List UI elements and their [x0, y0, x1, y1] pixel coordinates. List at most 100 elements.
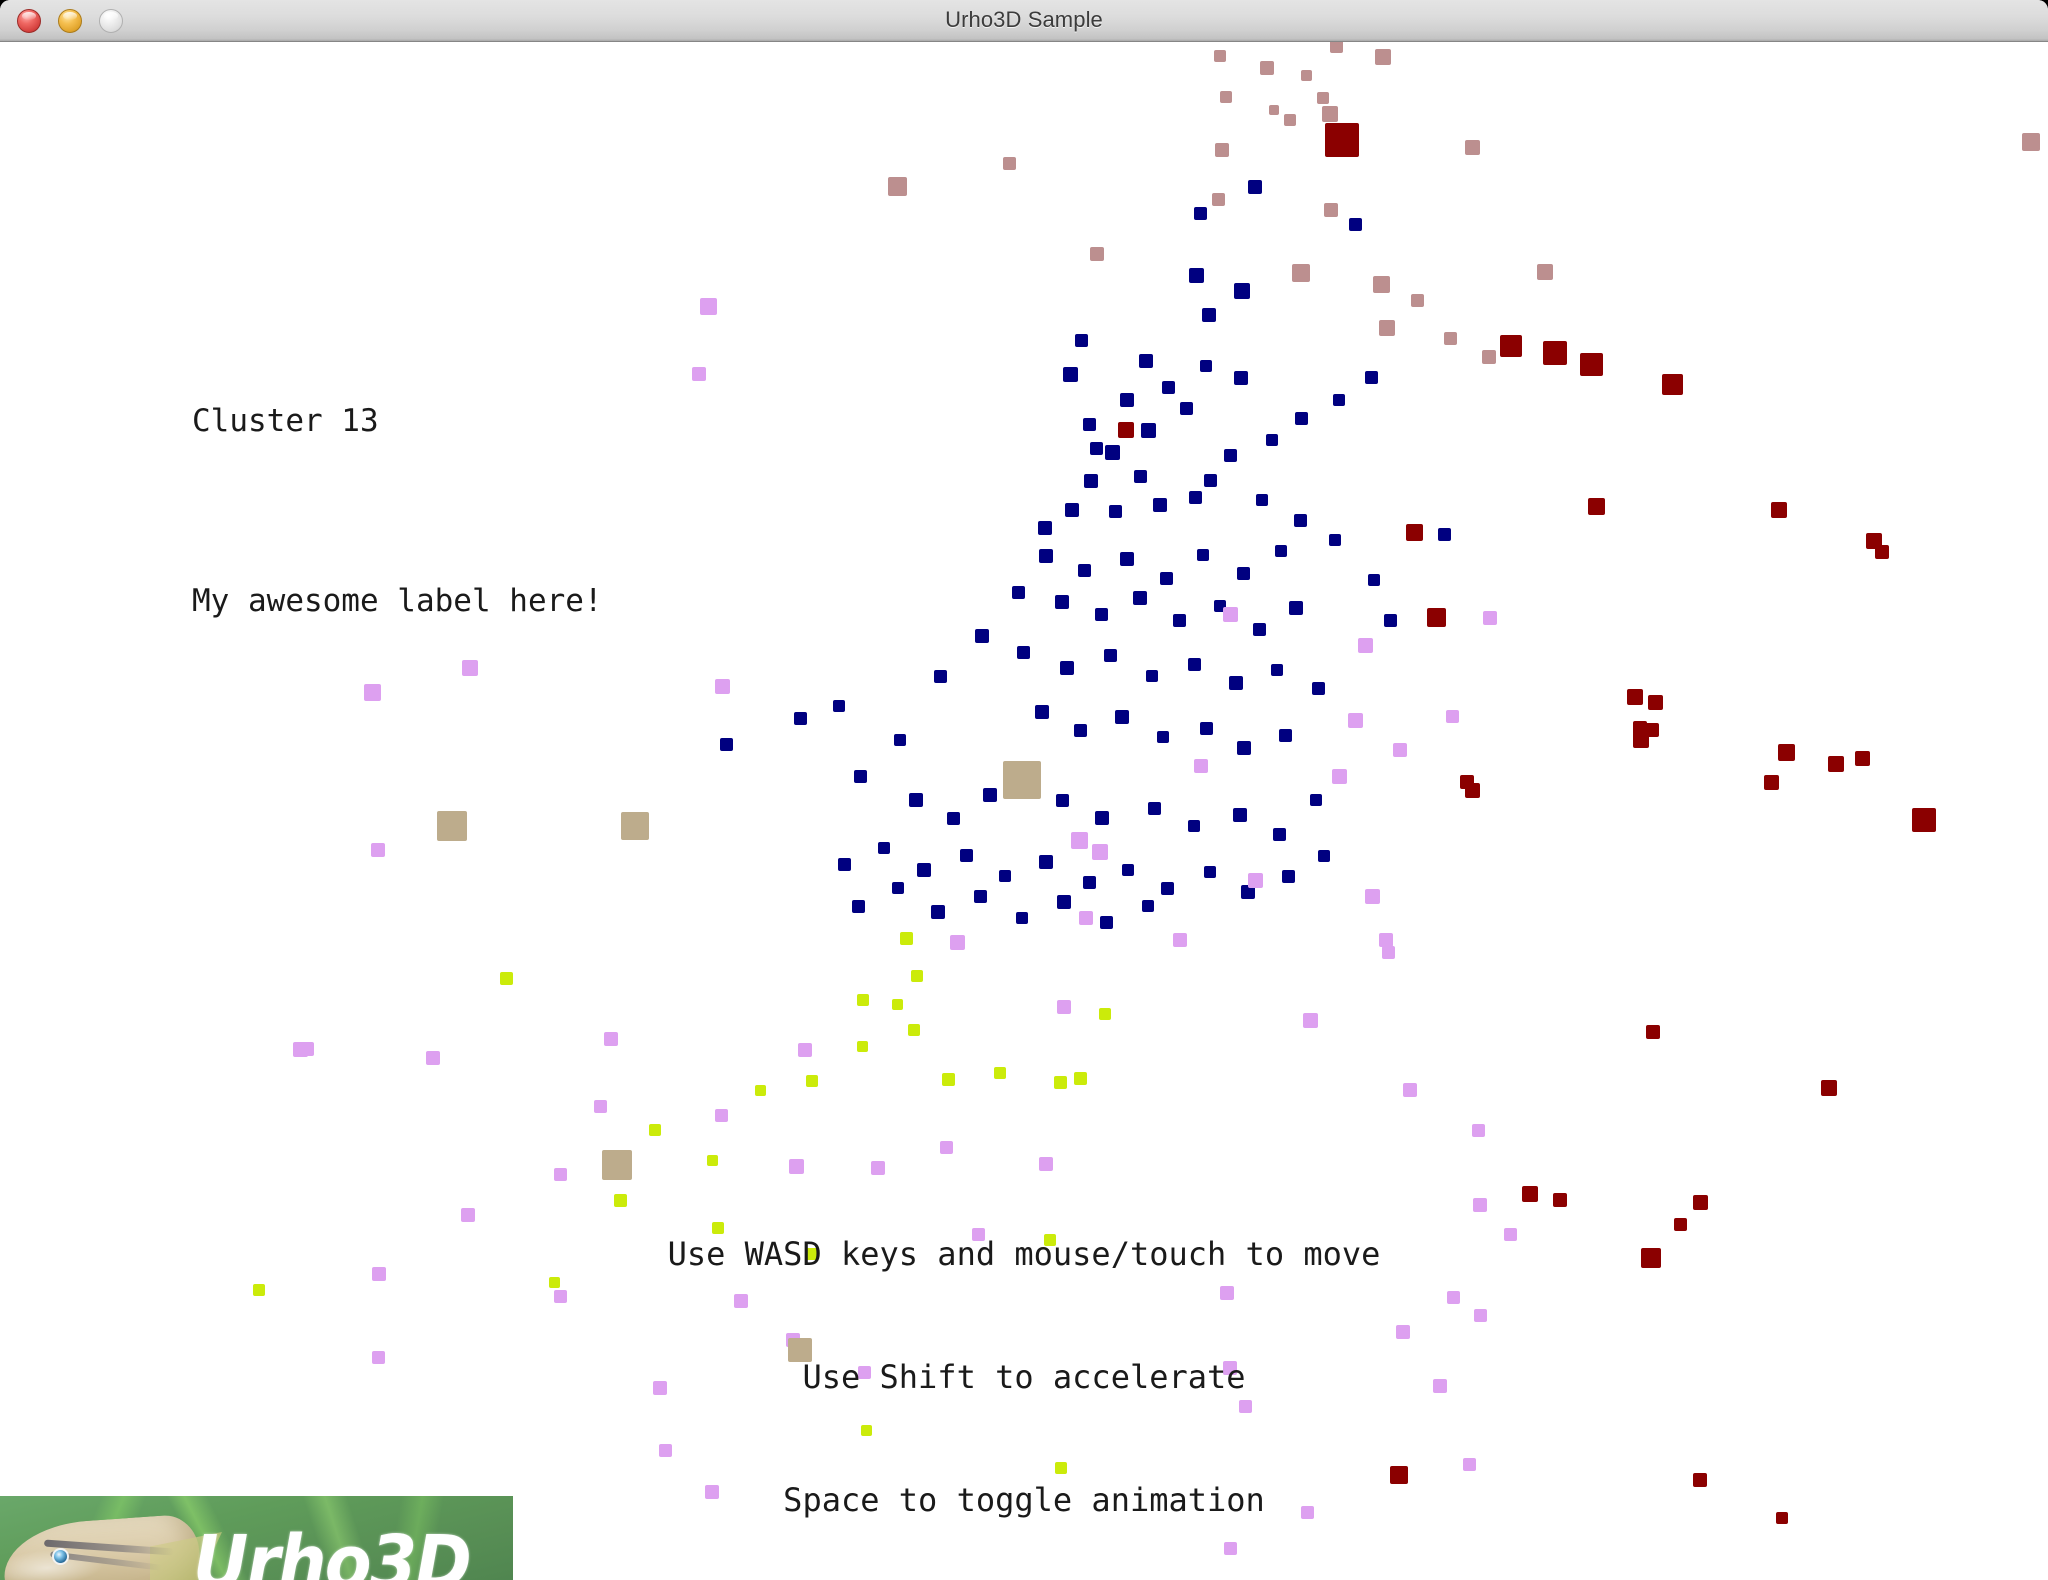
particle-navy [1248, 180, 1262, 194]
particle-dark_red [1912, 808, 1936, 832]
particle-navy [1108, 504, 1122, 518]
particle-navy [1202, 308, 1216, 322]
particle-rosy_brown [1379, 320, 1395, 336]
particle-tan [1003, 761, 1041, 799]
particle-plum [1379, 933, 1393, 947]
particle-navy [1104, 444, 1120, 460]
particle-navy [1120, 552, 1134, 566]
particle-rosy_brown [1317, 92, 1329, 104]
particle-plum [1445, 709, 1459, 723]
particle-plum [714, 1108, 728, 1122]
particle-rosy_brown [1214, 50, 1226, 62]
particle-navy [1234, 371, 1248, 385]
particle-navy [917, 863, 931, 877]
window-titlebar[interactable]: Urho3D Sample [0, 0, 2048, 42]
particle-navy [1289, 601, 1303, 615]
particle-dark_red [1579, 352, 1603, 376]
particle-navy [1060, 661, 1074, 675]
particle-yellow_green [856, 1040, 868, 1052]
particle-plum [1364, 888, 1380, 904]
particle-plum [714, 678, 730, 694]
particle-navy [1142, 900, 1154, 912]
particle-dark_red [1828, 756, 1844, 772]
particle-dark_red [1426, 607, 1446, 627]
particle-plum [1302, 1012, 1318, 1028]
particle-navy [1188, 267, 1204, 283]
particle-navy [1161, 380, 1175, 394]
particle-dark_red [1500, 335, 1522, 357]
particle-navy [1318, 850, 1330, 862]
particle-navy [1204, 866, 1216, 878]
particle-rosy_brown [1322, 106, 1338, 122]
particle-navy [1159, 571, 1173, 585]
particle-navy [1203, 473, 1217, 487]
particle-rosy_brown [1375, 49, 1391, 65]
3d-viewport[interactable]: Cluster 13 My awesome label here! Use WA… [0, 42, 2048, 1580]
particle-navy [1368, 574, 1380, 586]
particle-navy [1133, 591, 1147, 605]
particle-plum [949, 934, 965, 950]
particle-plum [1194, 759, 1208, 773]
particle-navy [1179, 401, 1193, 415]
particle-dark_red [1118, 422, 1134, 438]
particle-navy [1099, 915, 1113, 929]
particle-navy [1139, 354, 1153, 368]
particle-navy [1011, 585, 1025, 599]
particle-navy [1133, 469, 1147, 483]
particle-navy [1271, 664, 1283, 676]
particle-navy [1310, 794, 1322, 806]
particle-plum [593, 1099, 607, 1113]
particle-navy [1252, 622, 1266, 636]
particle-navy [1035, 705, 1049, 719]
particle-navy [1077, 563, 1091, 577]
particle-rosy_brown [1090, 247, 1104, 261]
particle-rosy_brown [1260, 61, 1274, 75]
particle-navy [946, 811, 960, 825]
custom-label: My awesome label here! [192, 583, 603, 619]
particle-navy [1074, 333, 1088, 347]
particle-navy [1187, 657, 1201, 671]
particle-navy [719, 737, 733, 751]
particle-yellow_green [754, 1084, 766, 1096]
particle-dark_red [1763, 774, 1779, 790]
particle-navy [1016, 645, 1030, 659]
particle-navy [933, 669, 947, 683]
particle-navy [959, 848, 973, 862]
particle-navy [983, 788, 997, 802]
particle-navy [1055, 793, 1069, 807]
particle-navy [1311, 681, 1325, 695]
particle-plum [1222, 606, 1238, 622]
particle-rosy_brown [1443, 331, 1457, 345]
particle-rosy_brown [1002, 156, 1016, 170]
app-window: Urho3D Sample Cluster 13 My awesome labe… [0, 0, 2048, 1580]
particle-rosy_brown [1300, 69, 1312, 81]
particle-plum [1173, 933, 1187, 947]
urho3d-logo: Urho3D [0, 1496, 513, 1580]
particle-navy [931, 905, 945, 919]
particle-navy [1437, 527, 1451, 541]
particle-navy [1281, 869, 1295, 883]
particle-dark_red [1771, 502, 1787, 518]
particle-navy [1234, 283, 1250, 299]
particle-navy [1122, 864, 1134, 876]
particle-rosy_brown [1372, 275, 1390, 293]
particle-tan [437, 811, 467, 841]
particle-navy [1157, 731, 1169, 743]
particle-rosy_brown [887, 176, 907, 196]
particle-dark_red [1875, 545, 1889, 559]
particle-navy [909, 793, 923, 807]
particle-navy [837, 857, 851, 871]
particle-yellow_green [911, 970, 923, 982]
particle-plum [798, 1043, 812, 1057]
particle-navy [1188, 820, 1200, 832]
particle-plum [371, 843, 385, 857]
particle-rosy_brown [2022, 133, 2040, 151]
particle-dark_red [1647, 694, 1663, 710]
particle-navy [1094, 607, 1108, 621]
particle-dark_red [1645, 723, 1659, 737]
particle-plum [300, 1042, 314, 1056]
particle-navy [1095, 811, 1109, 825]
particle-navy [1147, 801, 1161, 815]
particle-navy [999, 870, 1011, 882]
particle-navy [1160, 881, 1174, 895]
